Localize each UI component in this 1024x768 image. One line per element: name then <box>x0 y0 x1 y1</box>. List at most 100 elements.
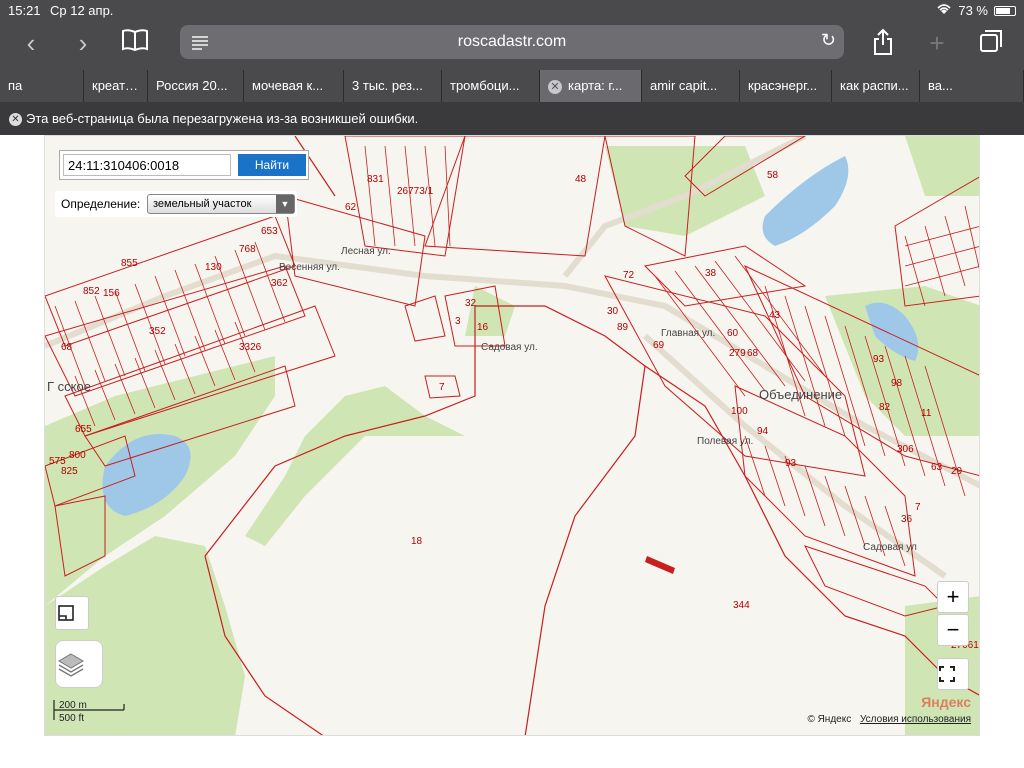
fullscreen-button[interactable] <box>937 658 969 690</box>
street-label: Главная ул. <box>661 328 716 339</box>
parcel-label: 3326 <box>239 342 262 353</box>
ruler-icon <box>58 605 74 621</box>
dismiss-notice-icon[interactable]: ✕ <box>9 113 22 126</box>
parcel-label: 43 <box>769 310 781 321</box>
parcel-label: 768 <box>239 244 256 255</box>
battery-icon <box>994 5 1016 16</box>
parcel-label: 48 <box>575 174 587 185</box>
parcel-label: 16 <box>477 322 489 333</box>
new-tab-icon[interactable]: + <box>920 28 954 58</box>
notice-text: Эта веб-страница была перезагружена из-з… <box>26 111 419 126</box>
parcel-label: 98 <box>891 378 903 389</box>
parcel-label: 68 <box>61 342 73 353</box>
place-label: Г сское <box>47 379 91 394</box>
parcel-label: 352 <box>149 326 166 337</box>
battery-percent: 73 % <box>958 3 988 18</box>
status-date: Ср 12 апр. <box>50 3 114 18</box>
tab-6-active[interactable]: ✕ карта: г... <box>540 70 642 102</box>
street-label: Полевая ул. <box>697 436 754 447</box>
parcel-label: 58 <box>767 170 779 181</box>
parcel-label: 29 <box>951 466 963 477</box>
parcel-label: 89 <box>617 322 629 333</box>
parcel-label: 156 <box>103 288 120 299</box>
scale-imperial: 500 ft <box>59 713 85 724</box>
definition-label: Определение: <box>61 197 141 211</box>
parcel-label: 855 <box>121 258 138 269</box>
tab-8[interactable]: красэнерг... <box>740 70 832 102</box>
wifi-icon <box>936 3 952 18</box>
parcel-label: 60 <box>727 328 739 339</box>
parcel-label: 30 <box>607 306 619 317</box>
tab-9[interactable]: как распи... <box>832 70 920 102</box>
tab-label: Россия 20... <box>156 78 228 93</box>
parcel-label: 93 <box>873 354 885 365</box>
status-right: 73 % <box>936 3 1016 18</box>
parcel-label: 72 <box>623 270 635 281</box>
parcel-label: 653 <box>261 226 278 237</box>
parcel-label: 38 <box>705 268 717 279</box>
cadastral-search: Найти <box>59 150 309 180</box>
reload-icon[interactable]: ↻ <box>821 30 836 51</box>
definition-selected: земельный участок <box>153 198 252 210</box>
layers-icon <box>58 653 84 677</box>
tab-label: amir capit... <box>650 78 718 93</box>
parcel-label: 831 <box>367 174 384 185</box>
close-tab-icon[interactable]: ✕ <box>548 79 562 94</box>
tab-7[interactable]: amir capit... <box>642 70 740 102</box>
copyright-text: © Яндекс <box>807 714 852 725</box>
layers-button[interactable] <box>55 640 103 688</box>
place-label: Объединение <box>759 387 843 402</box>
parcel-label: 130 <box>205 262 222 273</box>
fullscreen-icon <box>939 666 955 682</box>
parcel-label: 852 <box>83 286 100 297</box>
tab-4[interactable]: 3 тыс. рез... <box>344 70 442 102</box>
tab-label: ва... <box>928 78 953 93</box>
parcel-label: 344 <box>733 600 750 611</box>
parcel-label: 7 <box>915 502 921 513</box>
scale-metric: 200 m <box>59 700 87 711</box>
tab-label: как распи... <box>840 78 909 93</box>
address-bar[interactable]: roscadastr.com ↻ <box>180 25 844 59</box>
parcel-label: 18 <box>411 536 423 547</box>
definition-panel: Определение: земельный участок ▼ <box>55 191 297 217</box>
parcel-label: 362 <box>271 278 288 289</box>
parcel-label: 68 <box>747 348 759 359</box>
parcel-label: 279 <box>729 348 746 359</box>
tab-2[interactable]: Россия 20... <box>148 70 244 102</box>
parcel-label: 36 <box>901 514 913 525</box>
parcel-label: 94 <box>757 426 769 437</box>
zoom-out-button[interactable]: − <box>937 614 969 646</box>
share-icon[interactable] <box>866 28 900 58</box>
parcel-label: 63 <box>931 462 943 473</box>
tab-10[interactable]: ва... <box>920 70 1024 102</box>
parcel-label: 93 <box>785 458 797 469</box>
zoom-in-button[interactable]: + <box>937 581 969 613</box>
tabs-overview-icon[interactable] <box>974 28 1008 58</box>
browser-toolbar: ‹ › roscadastr.com ↻ + <box>0 20 1024 70</box>
street-label: Садовая ул <box>863 542 917 553</box>
yandex-logo: Яндекс <box>921 694 971 710</box>
url-text: roscadastr.com <box>457 33 567 50</box>
scale-bar: 200 m 500 ft <box>53 698 125 724</box>
street-label: Весенняя ул. <box>279 262 340 273</box>
parcel-label: 655 <box>75 424 92 435</box>
back-icon[interactable]: ‹ <box>14 28 48 58</box>
tab-0[interactable]: па <box>0 70 84 102</box>
tab-3[interactable]: мочевая к... <box>244 70 344 102</box>
ruler-button[interactable] <box>55 596 89 630</box>
tab-1[interactable]: креатин <box>84 70 148 102</box>
forward-icon[interactable]: › <box>66 28 100 58</box>
cadastral-map[interactable]: 48 58 18 344 72 38 30 89 69 60 279 68 43… <box>44 135 980 736</box>
tab-5[interactable]: тромбоци... <box>442 70 540 102</box>
map-graphics <box>45 136 979 735</box>
cadastral-number-input[interactable] <box>63 154 231 176</box>
definition-select[interactable]: земельный участок ▼ <box>147 194 295 214</box>
parcel-label: 306 <box>897 444 914 455</box>
search-button[interactable]: Найти <box>238 154 306 176</box>
attribution: © Яндекс Условия использования <box>807 714 971 725</box>
dropdown-arrow-icon: ▼ <box>276 195 294 213</box>
bookmarks-icon[interactable] <box>118 28 152 58</box>
status-time: 15:21 <box>8 3 41 18</box>
parcel-label: 3 <box>455 316 461 327</box>
terms-link[interactable]: Условия использования <box>860 714 971 725</box>
